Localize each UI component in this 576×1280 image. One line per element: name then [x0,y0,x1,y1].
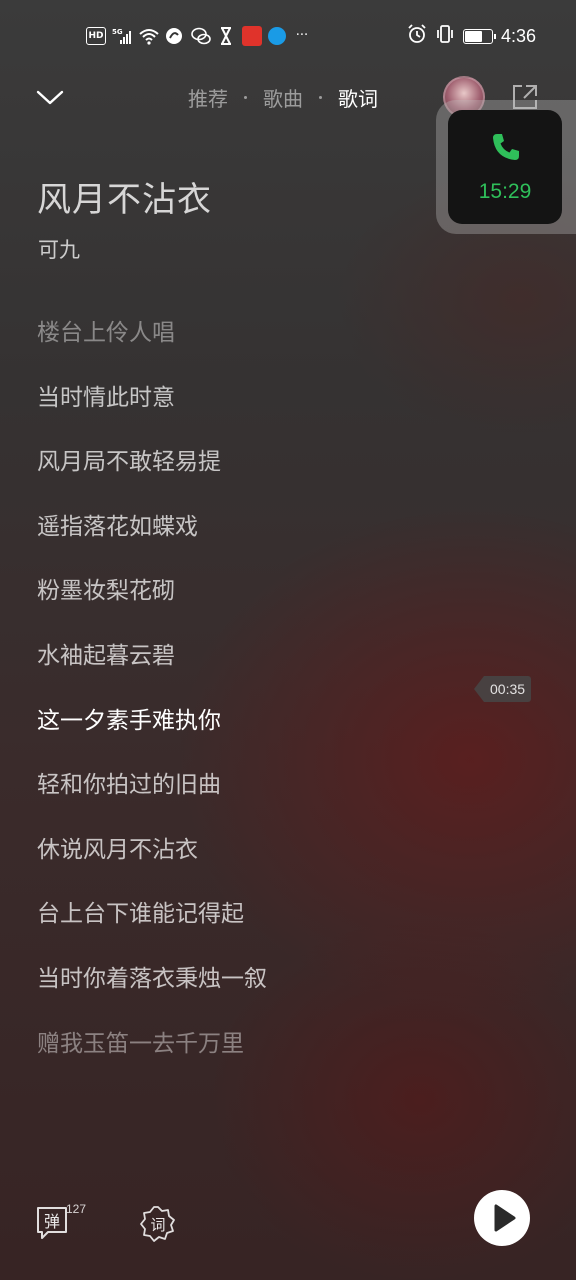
lyric-line[interactable]: 休说风月不沾衣 [37,830,457,895]
more-icon: ··· [295,28,309,43]
tab-separator [244,95,247,99]
lyric-line[interactable]: 遥指落花如蝶戏 [37,507,457,572]
tab-recommend[interactable]: 推荐 [188,83,228,112]
call-widget[interactable]: 15:29 [436,100,576,234]
tab-song[interactable]: 歌曲 [263,83,303,112]
lyric-line[interactable]: 台上台下谁能记得起 [37,894,457,959]
lyrics-list[interactable]: 楼台上伶人唱 当时情此时意 风月局不敢轻易提 遥指落花如蝶戏 粉墨妆梨花砌 水袖… [37,313,457,1088]
call-widget-card[interactable]: 15:29 [448,110,562,224]
lyric-line[interactable]: 当时你着落衣秉烛一叙 [37,959,457,1024]
play-button[interactable] [474,1190,530,1246]
vibrate-icon [435,24,455,48]
artist-name[interactable]: 可九 [38,234,80,264]
time-marker-label: 00:35 [484,676,532,702]
phone-icon [493,134,519,160]
battery-icon [462,28,496,44]
signal-5g-icon: 5G [112,26,132,46]
status-time: 4:36 [500,25,536,46]
lyric-line[interactable]: 当时情此时意 [37,378,457,443]
lyric-line[interactable]: 赠我玉笛一去千万里 [37,1024,457,1089]
tab-lyrics[interactable]: 歌词 [338,83,378,112]
chevron-down-icon [36,90,64,105]
hd-icon: HD [86,27,106,45]
lyric-line[interactable]: 轻和你拍过的旧曲 [37,765,457,830]
lyric-line[interactable]: 楼台上伶人唱 [37,313,457,378]
collapse-button[interactable] [34,82,66,112]
lyric-line[interactable]: 风月局不敢轻易提 [37,442,457,507]
app-red-icon [242,26,262,46]
lyric-style-button[interactable]: 词 [138,1204,178,1244]
lyric-line[interactable]: 粉墨妆梨花砌 [37,571,457,636]
status-bar: HD 5G ··· 4:36 [0,0,576,72]
lyric-line-current[interactable]: 这一夕素手难执你 [37,701,457,766]
status-bar-right: 4:36 [407,24,536,48]
lyric-badge-icon: 词 [140,1206,175,1242]
status-bar-left: HD 5G ··· [86,24,312,48]
hourglass-icon [216,26,236,46]
svg-text:5G: 5G [112,28,123,36]
call-duration: 15:29 [478,180,532,203]
tab-separator [319,95,322,99]
app-icon [164,26,184,46]
app-blue-icon [268,27,286,45]
time-marker-arrow [474,676,484,702]
seek-time-marker[interactable]: 00:35 [474,676,532,702]
danmu-count: 127 [66,1202,87,1216]
wechat-icon [190,26,211,46]
song-title: 风月不沾衣 [37,180,212,220]
wifi-icon [138,26,159,46]
alarm-icon [407,24,427,48]
svg-text:词: 词 [150,1216,165,1234]
tab-bar: 推荐 歌曲 歌词 [188,82,378,112]
battery-fill [464,30,482,42]
svg-text:弹: 弹 [44,1212,60,1231]
play-icon [494,1204,516,1232]
lyric-line[interactable]: 水袖起暮云碧 [37,636,457,701]
